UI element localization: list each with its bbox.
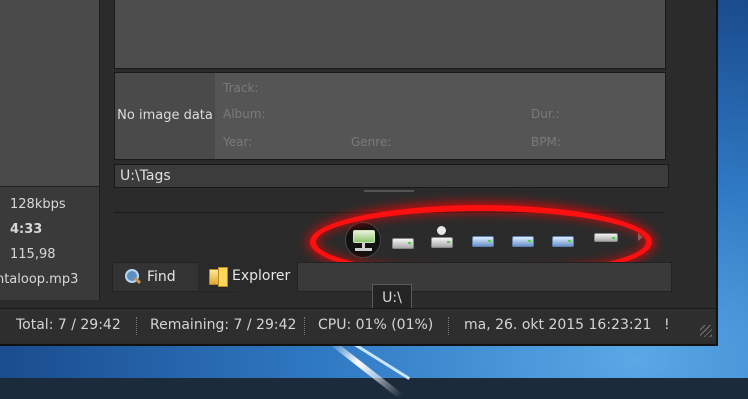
status-total: Total: 7 / 29:42	[16, 317, 121, 333]
resize-grip-icon[interactable]	[700, 325, 712, 337]
year-label: Year:	[223, 135, 253, 149]
folder-flap	[218, 267, 228, 287]
cover-art-placeholder: No image data	[115, 73, 215, 159]
track-info: 128kbps 4:33 115,98 antaloop.mp3	[0, 192, 99, 292]
size-value: 115,98	[10, 247, 56, 262]
folder-icon	[208, 267, 228, 287]
status-alert[interactable]: !	[664, 309, 670, 341]
filename-value: antaloop.mp3	[0, 272, 79, 287]
status-separator	[136, 317, 138, 335]
status-datetime: ma, 26. okt 2015 16:23:21	[464, 317, 652, 333]
status-remaining: Remaining: 7 / 29:42	[150, 317, 297, 333]
magnifier-handle	[133, 276, 142, 285]
track-label: Track:	[223, 81, 259, 95]
path-bar[interactable]: U:\Tags	[114, 164, 669, 188]
status-cpu: CPU: 01% (01%)	[318, 317, 434, 333]
status-bar: Total: 7 / 29:42 Remaining: 7 / 29:42 CP…	[0, 308, 716, 341]
left-panel: 128kbps 4:33 115,98 antaloop.mp3	[0, 0, 100, 300]
file-list-view[interactable]	[114, 0, 666, 69]
tab-bar-empty	[297, 262, 672, 292]
splitter-handle[interactable]	[364, 190, 414, 192]
duration-label: Dur.:	[531, 107, 560, 121]
status-separator	[448, 317, 450, 335]
magnifier-icon	[123, 268, 142, 286]
tag-fields: Track: Album: Year: Genre: Dur.: BPM:	[215, 73, 665, 159]
app-window: 128kbps 4:33 115,98 antaloop.mp3 No imag…	[0, 0, 718, 346]
album-label: Album:	[223, 107, 266, 121]
tag-panel: No image data Track: Album: Year: Genre:…	[114, 72, 666, 160]
left-panel-list[interactable]	[0, 0, 99, 187]
genre-label: Genre:	[351, 135, 392, 149]
tab-explorer-label: Explorer	[232, 268, 291, 284]
tab-find-label: Find	[147, 269, 176, 285]
bitrate-value: 128kbps	[10, 197, 66, 212]
status-separator	[304, 317, 306, 335]
bpm-label: BPM:	[531, 135, 561, 149]
duration-value: 4:33	[10, 222, 43, 237]
